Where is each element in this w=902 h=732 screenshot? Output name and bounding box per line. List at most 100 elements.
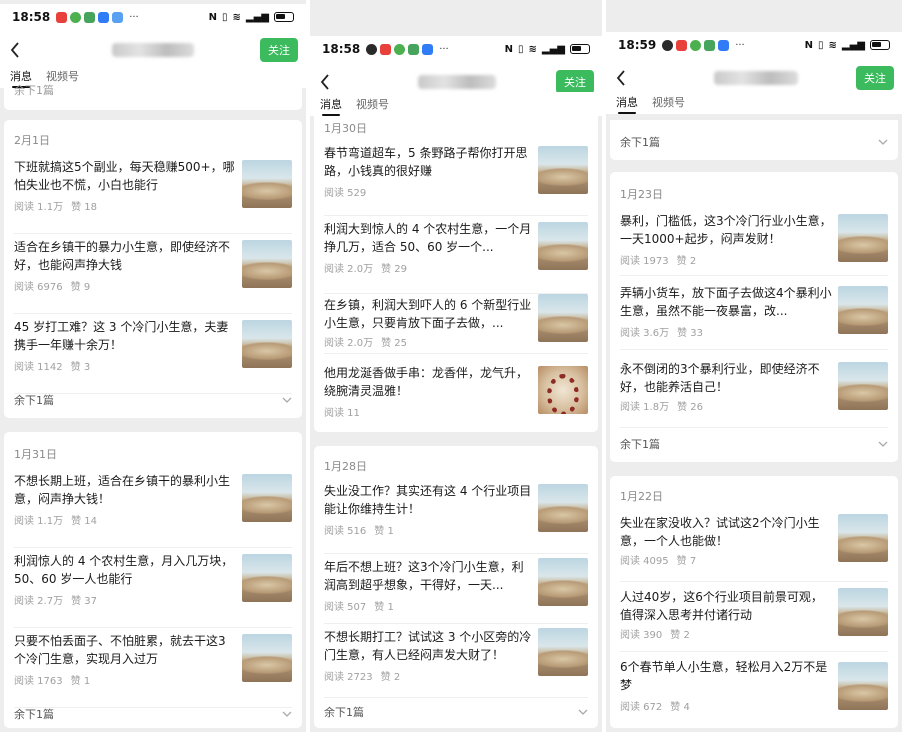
read-count: 阅读 1.8万 — [620, 402, 670, 413]
tab-messages[interactable]: 消息 — [320, 96, 342, 116]
back-arrow-icon[interactable] — [318, 72, 332, 92]
like-count: 赞 2 — [670, 630, 690, 641]
tab-channels[interactable]: 视频号 — [652, 94, 685, 114]
like-count: 赞 29 — [381, 264, 407, 275]
article-meta: 阅读 390 赞 2 — [620, 626, 690, 641]
chevron-down-icon — [878, 441, 888, 447]
article-meta: 阅读 2.0万赞 29 — [324, 260, 407, 275]
nfc-icon: N — [208, 11, 218, 23]
status-bar: 18:58 ··· N ▯ ≋ ▂▄▆ — [0, 4, 306, 30]
article-item[interactable]: 不想长期上班，适合在乡镇干的暴利小生意，闷声挣大钱！ 阅读 1.1万赞 14 — [14, 468, 292, 548]
phone-screen-2: 18:58 ··· N ▯ ≋ ▂▄▆ 关注 消息 视频号 1月30日 春节弯道… — [310, 0, 602, 732]
status-bar: 18:59 ··· N ▯ ≋ ▂▄▆ — [606, 32, 902, 58]
account-name-blurred — [714, 71, 798, 85]
status-time: 18:58 — [322, 42, 361, 56]
app-notification-icon — [112, 11, 124, 23]
article-thumbnail — [242, 320, 292, 368]
group-date: 1月30日 — [324, 122, 367, 135]
article-item[interactable]: 年后不想上班？这3个冷门小生意，利润高到超乎想象，干得好，一天... 阅读 50… — [324, 554, 588, 624]
read-count: 阅读 390 — [620, 630, 663, 641]
article-meta: 阅读 1763 赞 1 — [14, 672, 90, 687]
expand-more-link[interactable]: 余下1篇 — [14, 82, 292, 98]
tab-channels[interactable]: 视频号 — [356, 96, 389, 116]
article-title: 年后不想上班？这3个冷门小生意，利润高到超乎想象，干得好，一天... — [324, 560, 524, 592]
like-count: 赞 26 — [677, 402, 703, 413]
article-item[interactable]: 人过40岁，这6个行业项目前景可观，值得深入思考并付诸行动 阅读 390 赞 2 — [620, 582, 888, 652]
expand-more-link[interactable]: 余下1篇 — [620, 436, 888, 452]
article-title: 失业在家没收入？试试这2个冷门小生意，一个人也能做！ — [620, 516, 820, 548]
article-thumbnail — [838, 214, 888, 262]
account-name-blurred — [112, 43, 194, 57]
read-count: 阅读 3.6万 — [620, 328, 670, 339]
expand-more-label: 余下1篇 — [14, 708, 54, 721]
article-item[interactable]: 春节弯道超车，5 条野路子帮你打开思路，小钱真的很好赚 阅读 529 — [324, 138, 588, 216]
tab-bar: 消息 视频号 — [310, 92, 602, 116]
expand-more-label: 余下1篇 — [324, 706, 364, 719]
article-item[interactable]: 45 岁打工难？这 3 个冷门小生意，夫妻携手一年赚十余万！ 阅读 1142 赞 … — [14, 314, 292, 394]
chevron-down-icon — [282, 711, 292, 717]
expand-more-link[interactable]: 余下1篇 — [14, 392, 292, 408]
article-item[interactable]: 失业在家没收入？试试这2个冷门小生意，一个人也能做！ 阅读 4095 赞 7 — [620, 508, 888, 582]
like-count: 赞 1 — [70, 676, 91, 687]
expand-more-link[interactable]: 余下1篇 — [14, 706, 292, 722]
article-thumbnail — [242, 474, 292, 522]
wifi-icon: ≋ — [232, 11, 241, 23]
nfc-icon: N — [504, 43, 514, 55]
article-title: 利润惊人的 4 个农村生意，月入几万块，50、60 岁一人也能行 — [14, 554, 234, 586]
date-group-card: 1月23日 暴利，门槛低，这3个冷门行业小生意，一天1000+起步，闷声发财！ … — [610, 172, 898, 462]
follow-button[interactable]: 关注 — [260, 38, 298, 62]
article-title: 6个春节单人小生意，轻松月入2万不是梦 — [620, 660, 828, 692]
notification-icons: ··· — [56, 11, 139, 23]
article-item[interactable]: 利润惊人的 4 个农村生意，月入几万块，50、60 岁一人也能行 阅读 2.7万… — [14, 548, 292, 628]
article-title: 利润大到惊人的 4 个农村生意，一个月挣几万，适合 50、60 岁一个... — [324, 222, 532, 254]
article-item[interactable]: 永不倒闭的3个暴利行业，即使经济不好，也能养活自己！ 阅读 1.8万赞 26 — [620, 350, 888, 428]
signal-icon: ▂▄▆ — [541, 43, 565, 55]
article-item[interactable]: 他用龙涎香做手串：龙香伴，龙气升，绕腕清灵温雅！ 阅读 11 — [324, 354, 588, 424]
article-item[interactable]: 只要不怕丢面子、不怕脏累，就去干这3个冷门生意，实现月入过万 阅读 1763 赞 … — [14, 628, 292, 708]
article-title: 只要不怕丢面子、不怕脏累，就去干这3个冷门生意，实现月入过万 — [14, 634, 226, 666]
article-item[interactable]: 失业没工作？其实还有这 4 个行业项目能让你维持生计！ 阅读 516 赞 1 — [324, 478, 588, 554]
article-title: 弄辆小货车，放下面子去做这4个暴利小生意，虽然不能一夜暴富，改... — [620, 286, 832, 318]
back-arrow-icon[interactable] — [8, 40, 22, 60]
app-notification-icon — [662, 39, 674, 51]
article-item[interactable]: 不想长期打工？试试这 3 个小区旁的冷门生意，有人已经闷声发大财了！ 阅读 27… — [324, 624, 588, 698]
article-item[interactable]: 下班就搞这5个副业，每天稳赚500+，哪怕失业也不慌，小白也能行 阅读 1.1万… — [14, 154, 292, 234]
article-item[interactable]: 6个春节单人小生意，轻松月入2万不是梦 阅读 672 赞 4 — [620, 652, 888, 724]
read-count: 阅读 2.0万 — [324, 264, 374, 275]
date-group-card: 1月31日 不想长期上班，适合在乡镇干的暴利小生意，闷声挣大钱！ 阅读 1.1万… — [4, 432, 302, 728]
read-count: 阅读 529 — [324, 188, 367, 199]
follow-button[interactable]: 关注 — [856, 66, 894, 90]
like-count: 赞 2 — [676, 256, 697, 267]
expand-more-label: 余下1篇 — [620, 136, 660, 149]
article-item[interactable]: 暴利，门槛低，这3个冷门行业小生意，一天1000+起步，闷声发财！ 阅读 197… — [620, 206, 888, 276]
expand-more-link[interactable]: 余下1篇 — [620, 134, 888, 150]
article-meta: 阅读 3.6万赞 33 — [620, 324, 703, 339]
article-thumbnail — [538, 146, 588, 194]
app-notification-icon — [408, 43, 420, 55]
chevron-down-icon — [282, 397, 292, 403]
article-thumbnail — [242, 240, 292, 288]
back-arrow-icon[interactable] — [614, 68, 628, 88]
tab-messages[interactable]: 消息 — [616, 94, 638, 114]
app-notification-icon — [394, 43, 406, 55]
status-time: 18:58 — [12, 10, 51, 24]
article-item[interactable]: 在乡镇，利润大到吓人的 6 个新型行业小生意，只要肯放下面子去做，... 阅读 … — [324, 294, 588, 354]
chevron-down-icon — [578, 709, 588, 715]
app-notification-icon — [84, 11, 96, 23]
app-notification-icon — [676, 39, 688, 51]
article-title: 春节弯道超车，5 条野路子帮你打开思路，小钱真的很好赚 — [324, 146, 528, 178]
date-group-card: 1月22日 失业在家没收入？试试这2个冷门小生意，一个人也能做！ 阅读 4095… — [610, 476, 898, 728]
follow-button[interactable]: 关注 — [556, 70, 594, 94]
like-count: 赞 14 — [71, 516, 97, 527]
article-title: 适合在乡镇干的暴力小生意，即使经济不好，也能闷声挣大钱 — [14, 240, 231, 272]
app-notification-icon — [718, 39, 730, 51]
article-meta: 阅读 4095 赞 7 — [620, 552, 696, 567]
like-count: 赞 1 — [374, 602, 394, 613]
article-item[interactable]: 弄辆小货车，放下面子去做这4个暴利小生意，虽然不能一夜暴富，改... 阅读 3.… — [620, 276, 888, 350]
signal-icon: ▂▄▆ — [245, 11, 269, 23]
article-item[interactable]: 适合在乡镇干的暴力小生意，即使经济不好，也能闷声挣大钱 阅读 6976 赞 9 — [14, 234, 292, 314]
article-item[interactable]: 利润大到惊人的 4 个农村生意，一个月挣几万，适合 50、60 岁一个... 阅… — [324, 216, 588, 294]
chevron-down-icon — [878, 139, 888, 145]
group-date: 1月22日 — [620, 490, 663, 503]
expand-more-link[interactable]: 余下1篇 — [324, 704, 588, 720]
